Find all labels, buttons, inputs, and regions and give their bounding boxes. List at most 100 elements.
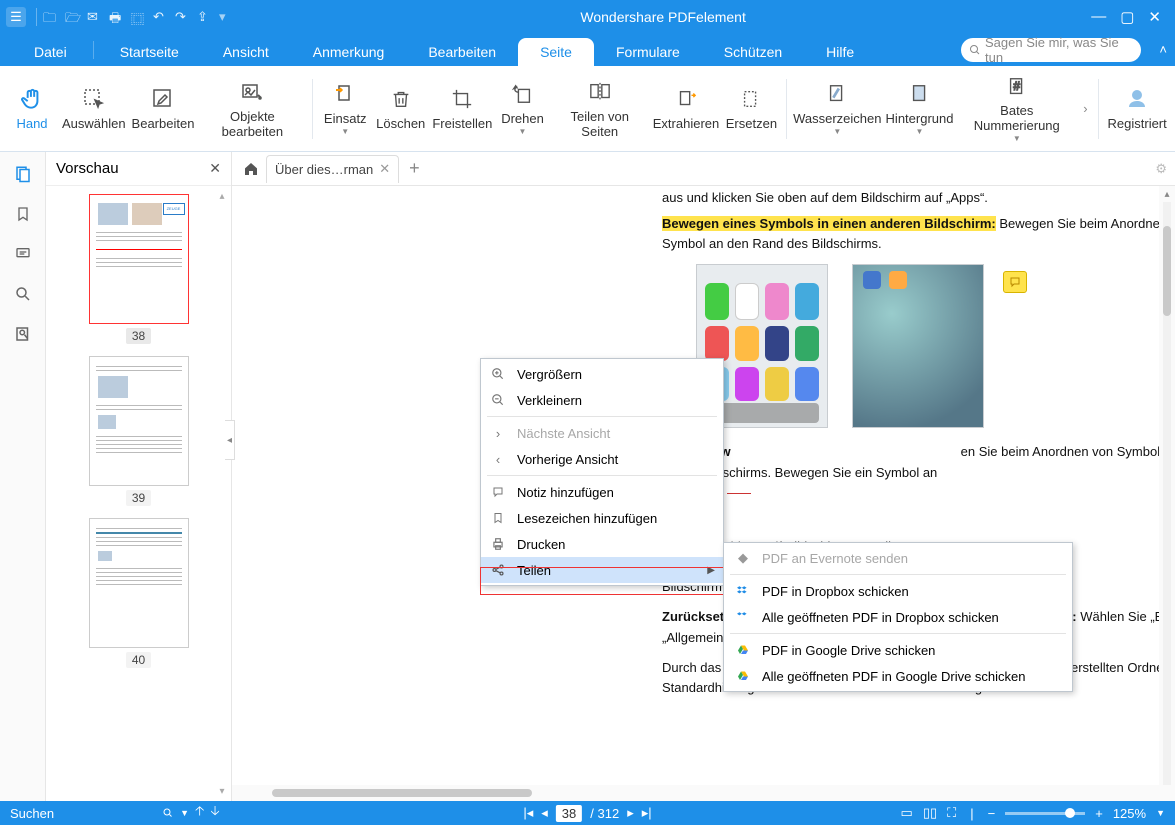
page-number: 38	[126, 328, 151, 344]
collapse-panel-icon[interactable]: ◂	[225, 420, 235, 460]
thumbnails-title: Vorschau	[56, 160, 209, 177]
sub-gdrive[interactable]: PDF in Google Drive schicken	[724, 637, 1072, 663]
document-tab[interactable]: Über dies…rman✕	[266, 155, 399, 183]
mail-icon[interactable]: ✉	[87, 9, 103, 25]
sub-dropbox[interactable]: PDF in Dropbox schicken	[724, 578, 1072, 604]
ribbon-crop[interactable]: Freistellen	[430, 70, 494, 148]
close-button[interactable]: ✕	[1148, 8, 1161, 26]
page-number: 40	[126, 652, 151, 668]
ribbon-extract[interactable]: Extrahieren	[651, 70, 721, 148]
ctx-next-view: ›Nächste Ansicht	[481, 420, 723, 446]
home-tab-icon[interactable]	[240, 158, 262, 180]
view-continuous-icon[interactable]: ▯▯	[923, 805, 937, 821]
context-menu: Vergrößern Verkleinern ›Nächste Ansicht …	[480, 358, 724, 586]
ribbon-edit-objects[interactable]: Objekte bearbeiten	[198, 70, 306, 148]
tab-schuetzen[interactable]: Schützen	[702, 38, 804, 66]
comments-icon[interactable]	[11, 242, 35, 266]
ribbon-split[interactable]: Teilen von Seiten	[551, 70, 649, 148]
ribbon-replace[interactable]: Ersetzen	[723, 70, 780, 148]
thumbnail-page[interactable]: ZEUGE 38	[84, 194, 194, 344]
search-panel-icon[interactable]	[11, 282, 35, 306]
page-number: 39	[126, 490, 151, 506]
close-tab-icon[interactable]: ✕	[379, 161, 390, 177]
thumbnail-page[interactable]: 40	[84, 518, 194, 668]
ribbon: Hand Auswählen Bearbeiten Objekte bearbe…	[0, 66, 1175, 152]
sub-gdrive-all[interactable]: Alle geöffneten PDF in Google Drive schi…	[724, 663, 1072, 689]
zoom-value[interactable]: 125%	[1113, 806, 1146, 821]
view-fit-icon[interactable]: ⛶	[947, 805, 956, 821]
ctx-share[interactable]: Teilen▶	[481, 557, 723, 583]
tab-anmerkung[interactable]: Anmerkung	[291, 38, 407, 66]
sub-evernote: ◆PDF an Evernote senden	[724, 545, 1072, 571]
ctx-prev-view[interactable]: ‹Vorherige Ansicht	[481, 446, 723, 472]
export-icon[interactable]: ⇪	[197, 9, 213, 25]
scan-icon[interactable]: ⿴	[131, 9, 147, 25]
ribbon-tabs: Datei Startseite Ansicht Anmerkung Bearb…	[0, 34, 1175, 66]
zoom-slider[interactable]	[1005, 812, 1085, 815]
svg-text:#: #	[1013, 79, 1020, 93]
view-single-icon[interactable]: ▭	[901, 805, 913, 821]
redo-icon[interactable]: ↷	[175, 9, 191, 25]
bookmarks-icon[interactable]	[11, 202, 35, 226]
settings-icon[interactable]: ⚙	[1155, 161, 1167, 177]
status-bar: Suchen ▼ 🡡 🡣 |◂ ◂ 38 / 312 ▸ ▸| ▭ ▯▯ ⛶ |…	[0, 801, 1175, 825]
ribbon-insert[interactable]: Einsatz▼	[319, 70, 371, 148]
last-page-icon[interactable]: ▸|	[642, 805, 652, 821]
scroll-up-icon[interactable]: ▴	[216, 190, 228, 202]
vertical-scrollbar[interactable]: ▴▾	[1159, 186, 1175, 801]
zoom-in-icon[interactable]: +	[1095, 806, 1103, 821]
app-icon: ☰	[6, 7, 26, 27]
horizontal-scrollbar[interactable]	[232, 785, 1175, 801]
ribbon-registered[interactable]: Registriert	[1105, 70, 1169, 148]
collapse-ribbon-icon[interactable]: ˄	[1159, 42, 1167, 57]
window-title: Wondershare PDFelement	[235, 9, 1091, 25]
ribbon-delete[interactable]: Löschen	[373, 70, 428, 148]
ribbon-watermark[interactable]: Wasserzeichen▼	[793, 70, 882, 148]
tell-me-search[interactable]: Sagen Sie mir, was Sie tun	[961, 38, 1141, 62]
tab-startseite[interactable]: Startseite	[98, 38, 201, 66]
folder-icon[interactable]: 🗁	[65, 9, 81, 25]
sub-dropbox-all[interactable]: Alle geöffneten PDF in Dropbox schicken	[724, 604, 1072, 630]
next-page-icon[interactable]: ▸	[627, 805, 634, 821]
thumbnail-page[interactable]: 39	[84, 356, 194, 506]
attachment-icon[interactable]	[11, 322, 35, 346]
prev-page-icon[interactable]: ◂	[541, 805, 548, 821]
ctx-add-note[interactable]: Notiz hinzufügen	[481, 479, 723, 505]
ctx-add-bookmark[interactable]: Lesezeichen hinzufügen	[481, 505, 723, 531]
phone-illustration	[852, 264, 984, 428]
ctx-zoom-out[interactable]: Verkleinern	[481, 387, 723, 413]
zoom-out-icon[interactable]: −	[988, 806, 996, 821]
ribbon-select[interactable]: Auswählen	[60, 70, 128, 148]
ribbon-rotate[interactable]: Drehen▼	[497, 70, 549, 148]
ribbon-more-icon[interactable]: ›	[1078, 101, 1092, 116]
add-tab-icon[interactable]: +	[409, 158, 420, 179]
close-panel-icon[interactable]: ✕	[209, 160, 221, 177]
search-icon[interactable]	[162, 807, 174, 819]
open-icon[interactable]: 🗀	[43, 9, 59, 25]
menu-file[interactable]: Datei	[12, 38, 89, 66]
undo-icon[interactable]: ↶	[153, 9, 169, 25]
sticky-note-icon[interactable]	[1003, 271, 1027, 293]
ctx-print[interactable]: Drucken	[481, 531, 723, 557]
print-icon[interactable]: 🖶	[109, 9, 125, 25]
minimize-button[interactable]: —	[1091, 8, 1106, 26]
thumbnails-icon[interactable]	[11, 162, 35, 186]
ribbon-bates[interactable]: #Bates Nummerierung▼	[957, 70, 1076, 148]
tab-hilfe[interactable]: Hilfe	[804, 38, 876, 66]
next-result-icon[interactable]: 🡣	[210, 802, 219, 824]
ribbon-edit[interactable]: Bearbeiten	[130, 70, 197, 148]
ctx-zoom-in[interactable]: Vergrößern	[481, 361, 723, 387]
bookmark-marker	[727, 493, 751, 494]
tab-formulare[interactable]: Formulare	[594, 38, 702, 66]
page-input[interactable]: 38	[556, 805, 582, 822]
scroll-down-icon[interactable]: ▾	[216, 785, 228, 797]
tab-bearbeiten[interactable]: Bearbeiten	[406, 38, 518, 66]
ribbon-background[interactable]: Hintergrund▼	[884, 70, 955, 148]
prev-result-icon[interactable]: 🡡	[195, 802, 204, 824]
first-page-icon[interactable]: |◂	[523, 805, 533, 821]
maximize-button[interactable]: ▢	[1120, 8, 1134, 26]
tab-ansicht[interactable]: Ansicht	[201, 38, 291, 66]
tab-seite[interactable]: Seite	[518, 38, 594, 66]
status-search[interactable]: Suchen	[10, 806, 54, 821]
ribbon-hand[interactable]: Hand	[6, 70, 58, 148]
